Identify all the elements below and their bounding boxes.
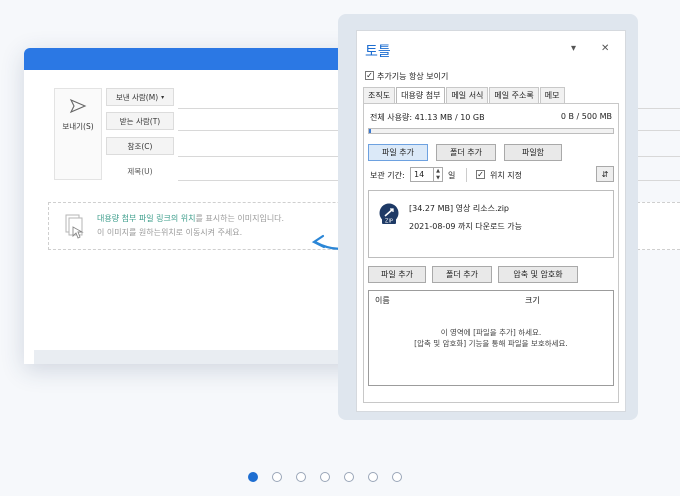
- usage-label: 전체 사용량: 41.13 MB / 10 GB: [370, 113, 485, 122]
- pagination-dot[interactable]: [296, 472, 306, 482]
- tab-address-book[interactable]: 메일 주소록: [489, 87, 539, 103]
- send-label: 보내기(S): [62, 122, 94, 131]
- send-icon: [69, 98, 87, 114]
- subject-label: 제목(U): [127, 167, 153, 176]
- placeholder-text-line1: 대용량 첨부 파일 링크의 위치를 표시하는 이미지입니다.: [97, 213, 284, 224]
- close-icon[interactable]: ✕: [601, 43, 609, 54]
- show-always-checkbox[interactable]: ✓: [365, 71, 374, 80]
- file-expiry: 2021-08-09 까지 다운로드 가능: [409, 222, 523, 231]
- compress-encrypt-button[interactable]: 압축 및 암호화: [498, 266, 578, 283]
- add-file-button-2[interactable]: 파일 추가: [368, 266, 426, 283]
- period-label: 보관 기간:: [370, 171, 405, 180]
- compose-bottom-strip: [34, 350, 364, 364]
- send-button[interactable]: 보내기(S): [54, 88, 102, 180]
- empty-hint-1: 이 영역에 [파일을 추가] 하세요.: [440, 328, 542, 337]
- pagination-dot[interactable]: [344, 472, 354, 482]
- pagination-dot[interactable]: [272, 472, 282, 482]
- placeholder-rest: 를 표시하는 이미지입니다.: [195, 214, 285, 223]
- empty-hint-2: [압축 및 암호화] 기능을 통해 파일을 보호하세요.: [414, 339, 568, 348]
- pagination-dots: [248, 472, 416, 482]
- file-name: [34.27 MB] 영상 리소스.zip: [409, 204, 510, 213]
- pagination-dot[interactable]: [392, 472, 402, 482]
- usage-right: 0 B / 500 MB: [560, 112, 612, 121]
- from-button[interactable]: 보낸 사람(M) ▾: [106, 88, 174, 106]
- tab-bar: 조직도 대용량 첨부 메일 서식 메일 주소록 메모: [363, 87, 566, 104]
- period-input[interactable]: 14: [410, 167, 434, 182]
- file-list[interactable]: 이름 크기 이 영역에 [파일을 추가] 하세요. [압축 및 암호화] 기능을…: [368, 290, 614, 386]
- uploaded-file-box[interactable]: ZIP [34.27 MB] 영상 리소스.zip 2021-08-09 까지 …: [368, 190, 614, 258]
- tab-content: 전체 사용량: 41.13 MB / 10 GB 0 B / 500 MB 파일…: [363, 103, 619, 403]
- pagination-dot[interactable]: [320, 472, 330, 482]
- location-checkbox[interactable]: ✓: [476, 170, 485, 179]
- add-file-button[interactable]: 파일 추가: [368, 144, 428, 161]
- period-stepper[interactable]: ▲ ▼: [434, 167, 443, 182]
- chevron-down-icon: ▾: [161, 93, 165, 101]
- compose-title-bar: [24, 48, 364, 70]
- pagination-dot[interactable]: [248, 472, 258, 482]
- minimize-icon[interactable]: ▾: [571, 43, 576, 54]
- to-button[interactable]: 받는 사람(T): [106, 112, 174, 130]
- placeholder-text-line2: 이 이미지를 원하는위치로 이동시켜 주세요.: [97, 228, 243, 237]
- tab-mail-template[interactable]: 메일 서식: [446, 87, 489, 103]
- to-label: 받는 사람(T): [119, 116, 161, 126]
- period-unit: 일: [448, 171, 456, 180]
- drag-document-icon: [65, 214, 84, 239]
- sort-icon[interactable]: ⇵: [596, 166, 614, 182]
- usage-progress-fill: [369, 129, 372, 133]
- cc-label: 참조(C): [127, 141, 153, 151]
- divider: [466, 168, 467, 182]
- panel-title: 토틀: [365, 44, 391, 60]
- pagination-dot[interactable]: [368, 472, 378, 482]
- placeholder-highlight: 대용량 첨부 파일 링크의 위치: [97, 214, 196, 223]
- show-always-label: 추가기능 항상 보이기: [377, 72, 449, 81]
- addin-panel: 토틀 ▾ ✕ ✓ 추가기능 항상 보이기 조직도 대용량 첨부 메일 서식 메일…: [356, 30, 626, 412]
- zip-icon: ZIP: [379, 203, 399, 225]
- cc-button[interactable]: 참조(C): [106, 137, 174, 155]
- svg-text:ZIP: ZIP: [385, 219, 393, 225]
- tab-large-attachment[interactable]: 대용량 첨부: [396, 87, 446, 104]
- column-name[interactable]: 이름: [375, 295, 390, 306]
- location-label: 위치 지정: [490, 171, 522, 180]
- file-box-button[interactable]: 파일함: [504, 144, 562, 161]
- usage-progress-bar: [368, 128, 614, 134]
- add-folder-button-2[interactable]: 폴더 추가: [432, 266, 492, 283]
- add-folder-button[interactable]: 폴더 추가: [436, 144, 496, 161]
- from-label: 보낸 사람(M): [115, 92, 159, 102]
- column-size[interactable]: 크기: [525, 295, 540, 306]
- tab-org-chart[interactable]: 조직도: [363, 87, 396, 103]
- tab-memo[interactable]: 메모: [539, 87, 565, 103]
